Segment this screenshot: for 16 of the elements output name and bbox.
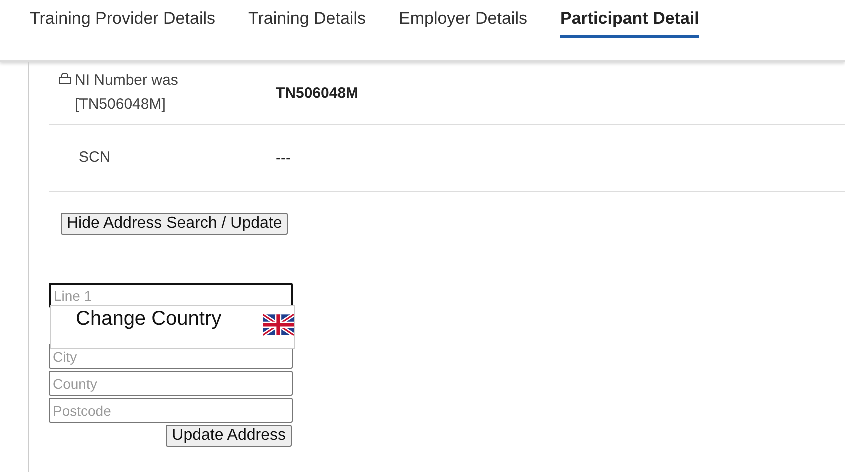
change-country-label: Change Country [76, 308, 222, 331]
tab[interactable]: Participant Detail [560, 0, 700, 38]
tab[interactable]: Training Details [248, 0, 366, 38]
update-address-button[interactable]: Update Address [166, 425, 292, 447]
field-label: SCN [79, 148, 112, 168]
hide-address-button[interactable]: Hide Address Search / Update [61, 213, 288, 235]
lock-icon [59, 73, 71, 84]
address-input[interactable]: County [49, 371, 293, 396]
field-value: TN506048M [276, 84, 359, 102]
flag-icon [263, 314, 294, 336]
field-label: NI Number was [TN506048M] [75, 71, 180, 115]
tab[interactable]: Training Provider Details [30, 0, 216, 38]
country-popup[interactable]: Change Country [50, 305, 295, 349]
field-value: --- [276, 150, 291, 166]
address-input[interactable]: Postcode [49, 398, 293, 423]
tab[interactable]: Employer Details [398, 0, 528, 38]
